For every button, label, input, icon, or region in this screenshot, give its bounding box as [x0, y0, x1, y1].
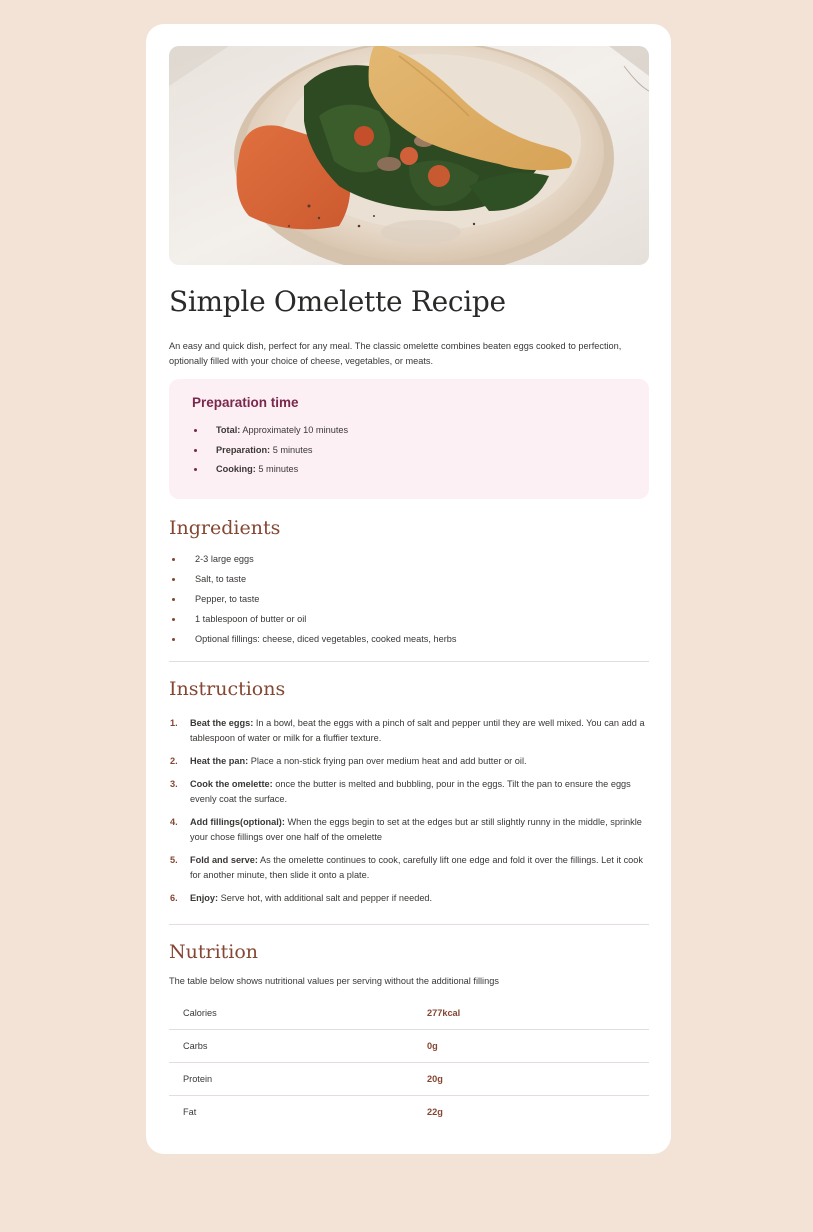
prep-item-total: Total: Approximately 10 minutes — [192, 425, 626, 436]
instructions-list: 1. Beat the eggs: In a bowl, beat the egg… — [169, 716, 649, 906]
prep-item-preparation: Preparation: 5 minutes — [192, 445, 626, 456]
instruction-step: 2. Heat the pan: Place a non-stick frying… — [169, 754, 649, 769]
prep-item-value: 5 minutes — [272, 444, 313, 455]
instruction-step: 6. Enjoy: Serve hot, with additional salt… — [169, 891, 649, 906]
table-row: Carbs 0g — [169, 1029, 649, 1063]
step-number: 1. — [170, 717, 178, 728]
step-label: Add fillings(optional): — [190, 816, 285, 827]
step-label: Fold and serve: — [190, 854, 258, 865]
recipe-card: Simple Omelette Recipe An easy and quick… — [146, 24, 671, 1154]
prep-item-cooking: Cooking: 5 minutes — [192, 464, 626, 475]
step-text: In a bowl, beat the eggs with a pinch of… — [190, 717, 645, 743]
divider — [169, 923, 649, 925]
step-text: As the omelette continues to cook, caref… — [190, 854, 643, 880]
step-text: Place a non-stick frying pan over medium… — [250, 755, 527, 766]
intro-text: An easy and quick dish, perfect for any … — [169, 341, 622, 366]
prep-item-label: Cooking: — [216, 464, 256, 475]
instruction-step: 1. Beat the eggs: In a bowl, beat the egg… — [169, 716, 649, 746]
step-label: Cook the omelette: — [190, 778, 273, 789]
nutrient-value: 277kcal — [427, 996, 649, 1030]
instruction-step: 5. Fold and serve: As the omelette contin… — [169, 853, 649, 883]
instruction-step: 3. Cook the omelette: once the butter is … — [169, 777, 649, 807]
prep-item-value: Approximately 10 minutes — [242, 425, 349, 435]
nutrient-value: 20g — [427, 1062, 649, 1096]
page-title: Simple Omelette Recipe — [169, 285, 506, 318]
nutrient-name: Fat — [183, 1106, 197, 1117]
prep-item-value: 5 minutes — [258, 464, 299, 475]
omelette-photo — [169, 46, 649, 265]
instruction-step: 4. Add fillings(optional): When the eggs … — [169, 815, 649, 845]
ingredient-item: Optional fillings: cheese, diced vegetab… — [169, 634, 649, 645]
ingredient-item: Salt, to taste — [169, 574, 649, 585]
nutrient-value: 0g — [427, 1029, 649, 1063]
ingredients-list: 2-3 large eggs Salt, to taste Pepper, to… — [169, 554, 649, 645]
nutrition-heading: Nutrition — [169, 940, 259, 963]
nutrient-name: Carbs — [169, 1029, 427, 1063]
nutrition-description: The table below shows nutritional values… — [169, 975, 499, 986]
divider — [169, 660, 649, 662]
step-number: 3. — [170, 778, 178, 789]
prep-item-label: Preparation: — [216, 444, 271, 455]
table-row: Fat 22g — [169, 1095, 649, 1128]
step-number: 5. — [170, 854, 178, 865]
nutrient-name: Protein — [169, 1062, 427, 1096]
instructions-heading: Instructions — [169, 677, 286, 700]
table-row: Calories 277kcal — [169, 996, 649, 1030]
nutrient-value: 22g — [427, 1106, 443, 1117]
table-row: Protein 20g — [169, 1062, 649, 1096]
nutrient-name: Calories — [169, 996, 427, 1030]
step-label: Enjoy: — [190, 892, 219, 903]
preparation-time-list: Total: Approximately 10 minutes Preparat… — [192, 425, 626, 475]
ingredient-item: Pepper, to taste — [169, 594, 649, 605]
step-label: Beat the eggs: — [190, 717, 254, 728]
step-label: Heat the pan: — [190, 755, 249, 766]
step-text: Serve hot, with additional salt and pepp… — [220, 892, 433, 903]
step-number: 4. — [170, 816, 178, 827]
ingredient-item: 2-3 large eggs — [169, 554, 649, 565]
step-number: 6. — [170, 892, 178, 903]
prep-item-label: Total: — [216, 425, 241, 435]
ingredients-heading: Ingredients — [169, 517, 281, 539]
step-number: 2. — [170, 755, 178, 766]
preparation-time-title: Preparation time — [192, 395, 299, 410]
preparation-time-box: Preparation time Total: Approximately 10… — [169, 379, 649, 499]
nutrition-table: Calories 277kcal Carbs 0g Protein 20g Fa… — [169, 996, 649, 1128]
ingredient-item: 1 tablespoon of butter or oil — [169, 614, 649, 625]
